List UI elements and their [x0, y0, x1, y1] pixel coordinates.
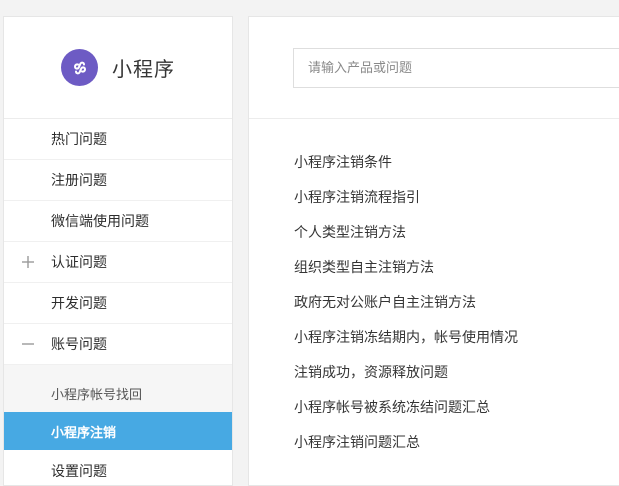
sidebar-item-settings[interactable]: 设置问题 [4, 450, 232, 485]
sub-item-label: 小程序注销 [51, 425, 117, 441]
sidebar: 小程序 热门问题 注册问题 微信端使用问题 认证问题 开发问题 账号问题 小程序… [3, 16, 233, 486]
brand-title: 小程序 [112, 57, 175, 81]
sub-item-account-recovery[interactable]: 小程序帐号找回 [4, 375, 232, 412]
article-link[interactable]: 小程序注销流程指引 [294, 179, 619, 214]
article-link[interactable]: 政府无对公账户自主注销方法 [294, 284, 619, 319]
minus-icon[interactable] [21, 337, 35, 351]
article-list: 小程序注销条件 小程序注销流程指引 个人类型注销方法 组织类型自主注销方法 政府… [249, 119, 619, 459]
sidebar-item-development[interactable]: 开发问题 [4, 283, 232, 324]
search-bar [249, 17, 619, 119]
sidebar-item-label: 注册问题 [51, 173, 107, 189]
sub-item-label: 小程序帐号找回 [51, 388, 143, 403]
brand-header: 小程序 [4, 17, 232, 119]
mini-program-logo-icon [61, 49, 98, 86]
article-link[interactable]: 组织类型自主注销方法 [294, 249, 619, 284]
sidebar-item-label: 开发问题 [51, 296, 107, 312]
sidebar-item-verification[interactable]: 认证问题 [4, 242, 232, 283]
sub-item-deregistration[interactable]: 小程序注销 [4, 412, 232, 450]
main-panel: 小程序注销条件 小程序注销流程指引 个人类型注销方法 组织类型自主注销方法 政府… [248, 16, 619, 486]
article-link[interactable]: 个人类型注销方法 [294, 214, 619, 249]
sidebar-item-label: 设置问题 [51, 463, 107, 480]
account-sub-list: 小程序帐号找回 小程序注销 [4, 365, 232, 450]
article-link[interactable]: 注销成功，资源释放问题 [294, 354, 619, 389]
article-link[interactable]: 小程序注销冻结期内，帐号使用情况 [294, 319, 619, 354]
article-link[interactable]: 小程序注销条件 [294, 144, 619, 179]
article-link[interactable]: 小程序帐号被系统冻结问题汇总 [294, 389, 619, 424]
plus-icon[interactable] [21, 255, 35, 269]
search-input[interactable] [293, 48, 619, 88]
sidebar-item-register[interactable]: 注册问题 [4, 160, 232, 201]
article-link[interactable]: 小程序注销问题汇总 [294, 424, 619, 459]
sidebar-item-account[interactable]: 账号问题 [4, 324, 232, 365]
sidebar-item-hot[interactable]: 热门问题 [4, 119, 232, 160]
sidebar-item-label: 微信端使用问题 [51, 214, 149, 230]
sidebar-item-label: 认证问题 [51, 255, 107, 271]
sidebar-item-label: 热门问题 [51, 132, 107, 148]
sidebar-item-label: 账号问题 [51, 337, 107, 353]
sidebar-item-wechat-usage[interactable]: 微信端使用问题 [4, 201, 232, 242]
